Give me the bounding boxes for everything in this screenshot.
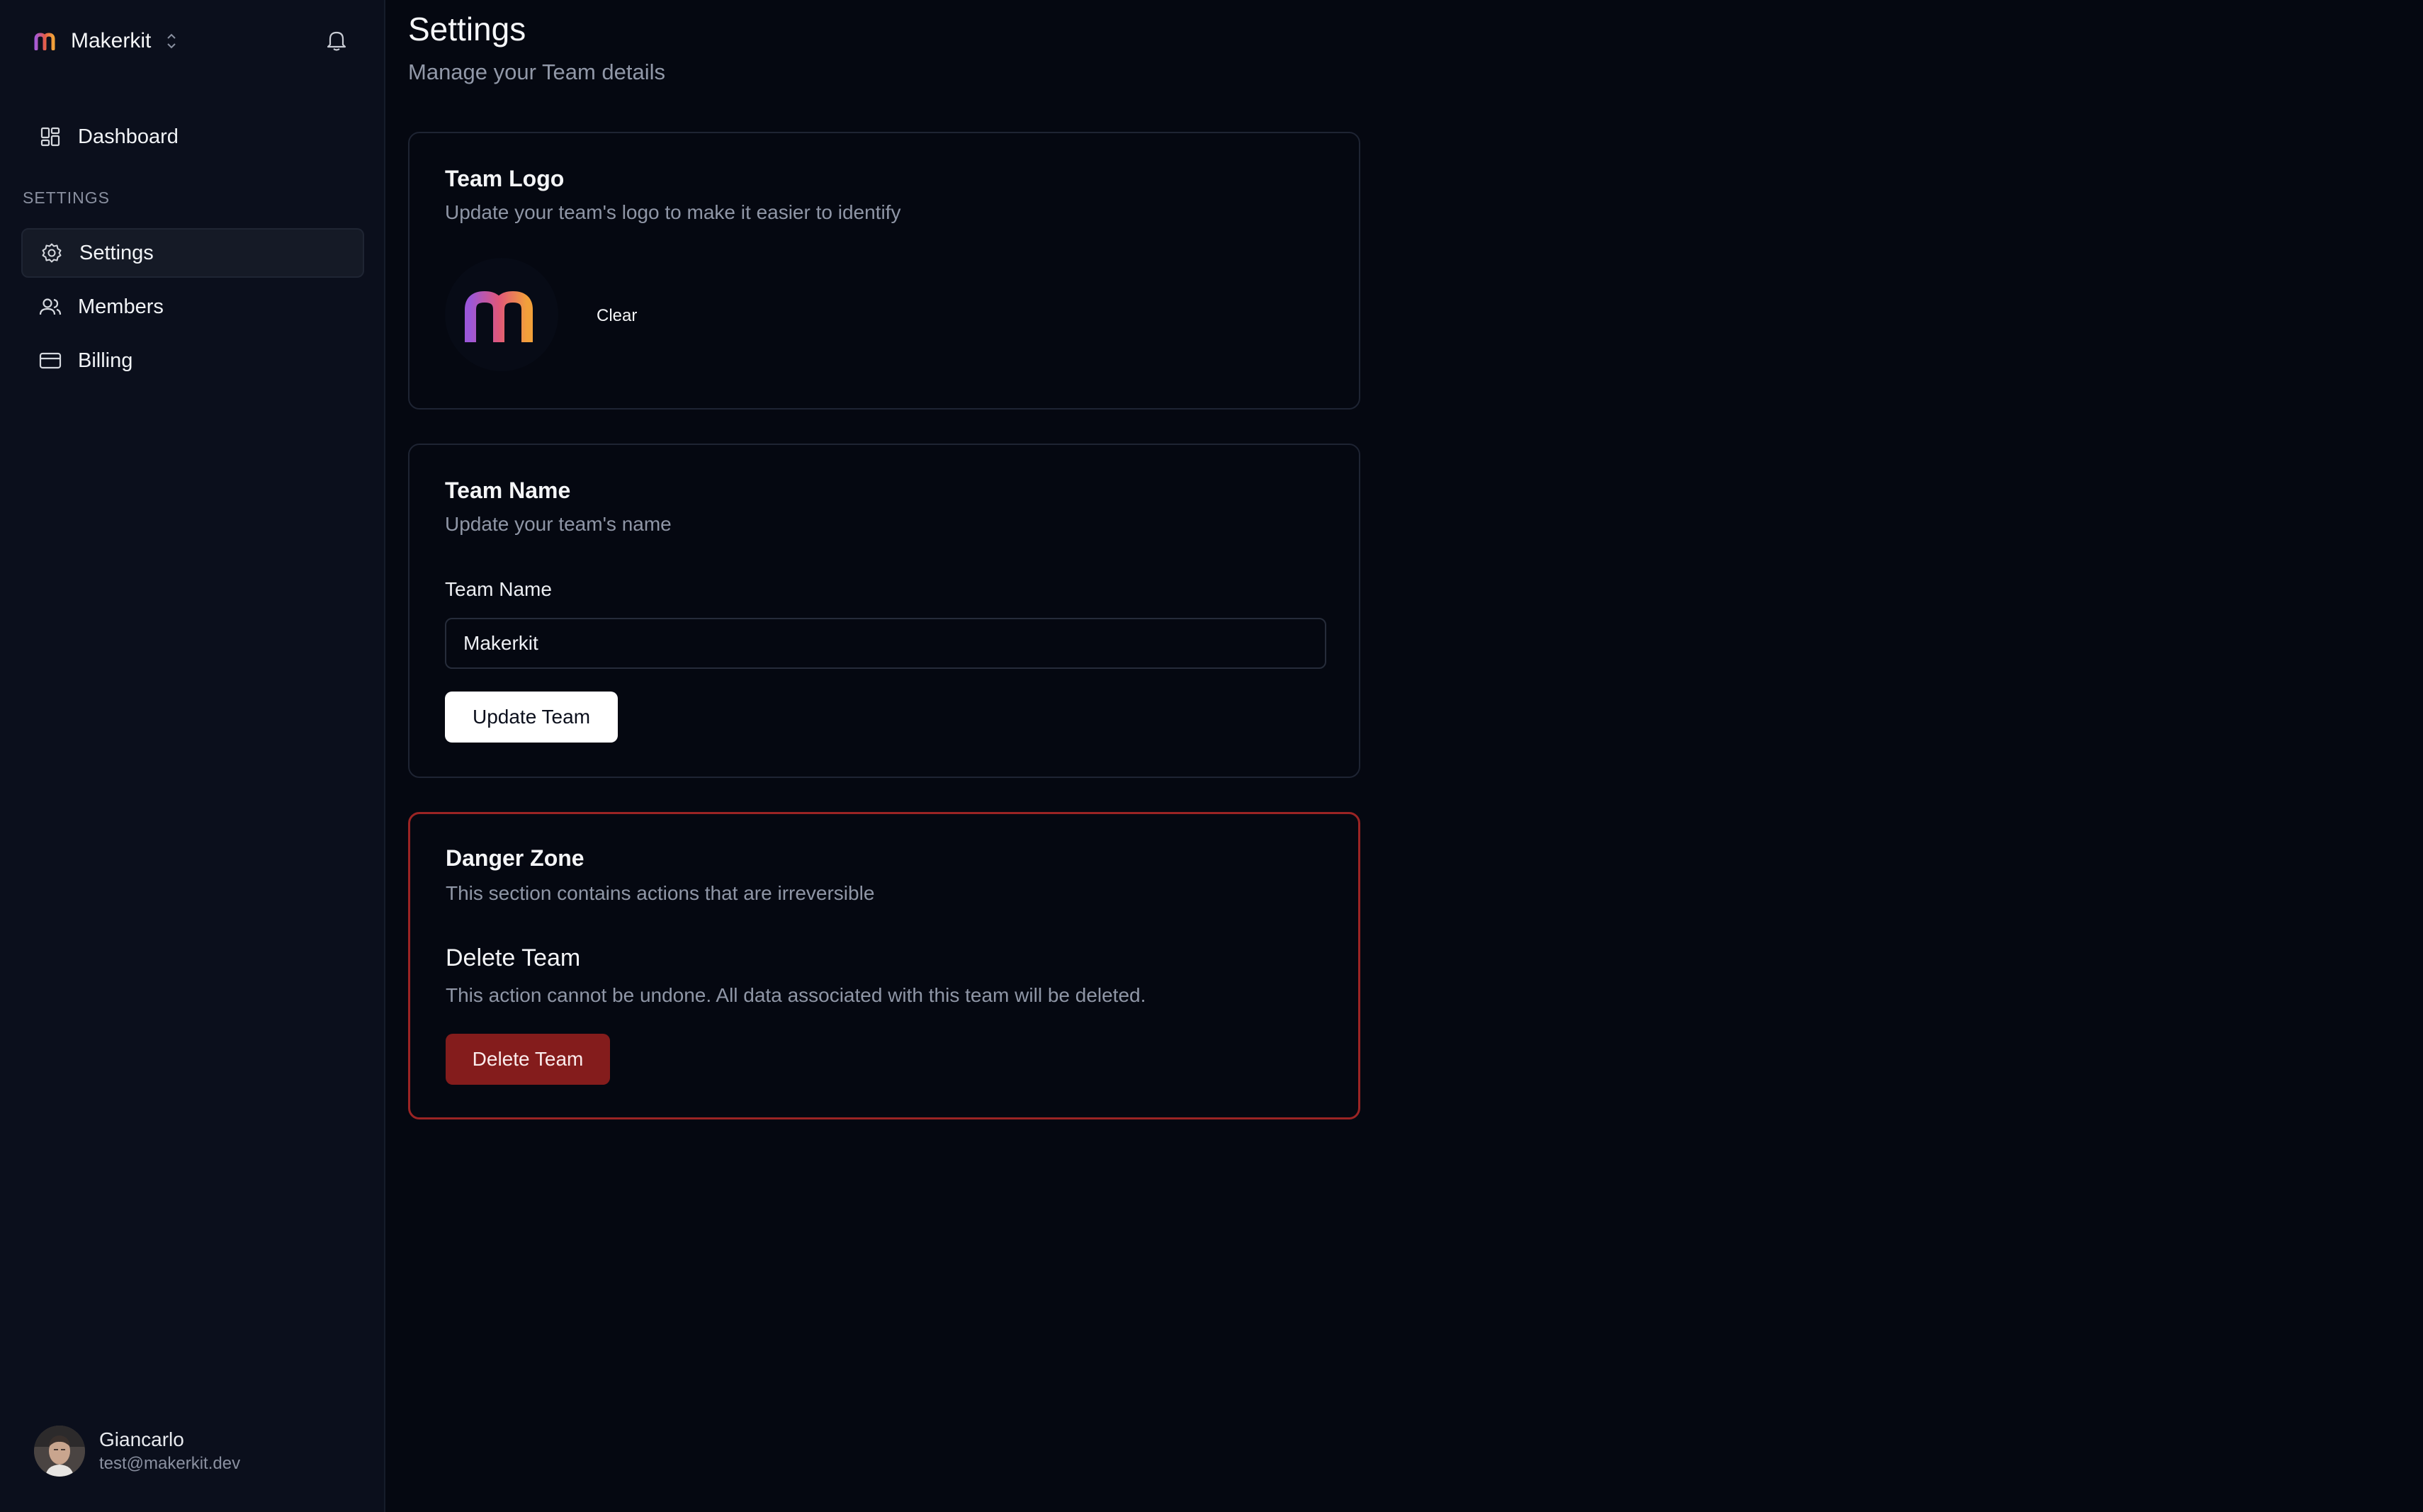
team-switcher[interactable]: Makerkit — [31, 20, 258, 62]
update-team-button[interactable]: Update Team — [445, 692, 618, 743]
page-subtitle: Manage your Team details — [408, 60, 666, 84]
sidebar-item-label: Billing — [78, 349, 133, 372]
team-logo-image[interactable] — [445, 258, 558, 371]
user-email: test@makerkit.dev — [99, 1454, 241, 1473]
sidebar-item-members[interactable]: Members — [21, 282, 364, 332]
gear-icon — [40, 241, 64, 265]
team-name-card: Team Name Update your team's name Team N… — [408, 444, 1360, 778]
delete-team-title: Delete Team — [446, 944, 581, 971]
sidebar-section-label: SETTINGS — [23, 188, 111, 207]
card-description: Update your team's logo to make it easie… — [445, 201, 901, 223]
bell-icon[interactable] — [322, 26, 351, 55]
card-title: Team Logo — [445, 166, 565, 191]
team-logo-card: Team Logo Update your team's logo to mak… — [408, 132, 1360, 410]
danger-zone-card: Danger Zone This section contains action… — [408, 812, 1360, 1119]
card-description: Update your team's name — [445, 513, 672, 535]
dashboard-icon — [38, 125, 62, 149]
page-title: Settings — [408, 11, 526, 47]
team-name-label: Team Name — [445, 578, 552, 600]
avatar — [34, 1426, 85, 1477]
clear-logo-button[interactable]: Clear — [597, 306, 637, 326]
sidebar-item-label: Settings — [79, 241, 154, 264]
user-name: Giancarlo — [99, 1428, 184, 1450]
team-name: Makerkit — [71, 29, 152, 52]
delete-team-button[interactable]: Delete Team — [446, 1034, 610, 1085]
sidebar-item-label: Dashboard — [78, 125, 179, 148]
sidebar-item-settings[interactable]: Settings — [21, 228, 364, 278]
card-title: Danger Zone — [446, 845, 584, 871]
app-root: Makerkit Dashboard SETTINGS Settings Mem… — [0, 0, 2423, 1512]
credit-card-icon — [38, 349, 62, 373]
makerkit-logo-icon — [31, 27, 60, 55]
user-profile[interactable]: Giancarlo test@makerkit.dev — [34, 1424, 240, 1478]
users-icon — [38, 295, 62, 319]
sidebar-item-label: Members — [78, 295, 164, 318]
team-name-input[interactable] — [445, 618, 1326, 669]
sidebar: Makerkit Dashboard SETTINGS Settings Mem… — [0, 0, 385, 1512]
card-description: This section contains actions that are i… — [446, 882, 875, 904]
sidebar-item-dashboard[interactable]: Dashboard — [21, 112, 364, 162]
chevrons-up-down-icon — [164, 30, 179, 52]
delete-team-description: This action cannot be undone. All data a… — [446, 984, 1146, 1006]
sidebar-item-billing[interactable]: Billing — [21, 336, 364, 385]
card-title: Team Name — [445, 478, 571, 503]
